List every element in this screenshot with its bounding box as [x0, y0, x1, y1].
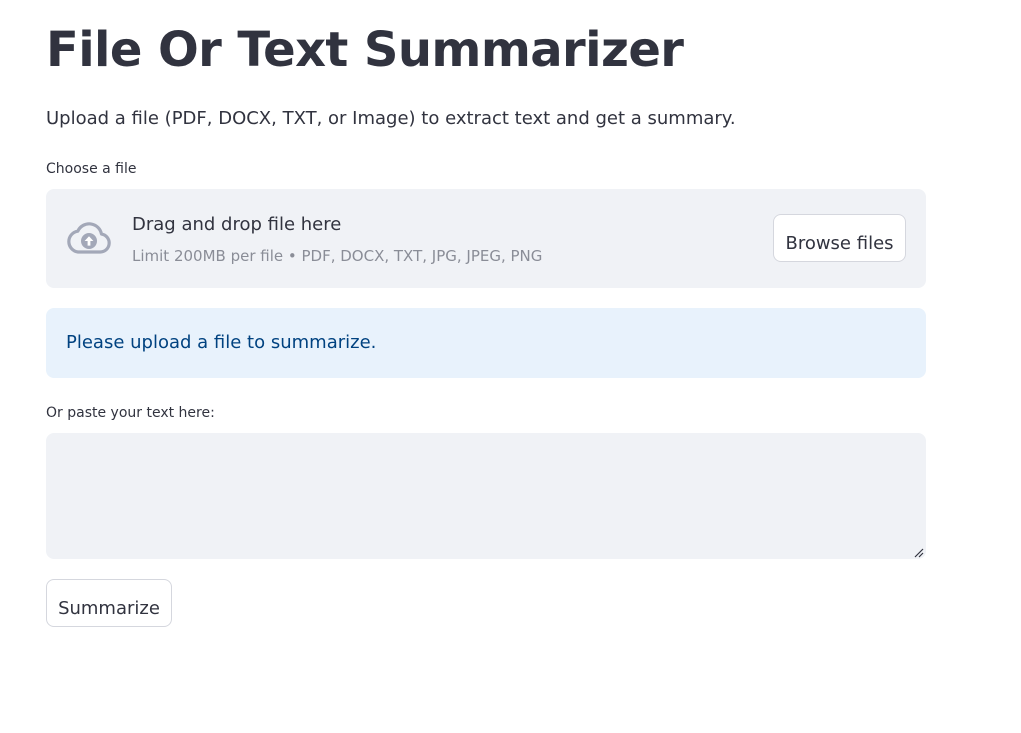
page-title: File Or Text Summarizer [46, 22, 684, 78]
info-message: Please upload a file to summarize. [66, 332, 377, 353]
info-alert: Please upload a file to summarize. [46, 308, 926, 378]
cloud-upload-icon [67, 222, 111, 254]
browse-files-button[interactable]: Browse files [773, 214, 906, 262]
file-uploader-label: Choose a file [46, 161, 137, 177]
file-dropzone[interactable]: Drag and drop file here Limit 200MB per … [46, 189, 926, 288]
resize-handle-icon[interactable] [912, 546, 924, 558]
text-input-label: Or paste your text here: [46, 405, 215, 421]
dropzone-limit-text: Limit 200MB per file • PDF, DOCX, TXT, J… [132, 247, 543, 265]
summarize-button[interactable]: Summarize [46, 579, 172, 627]
app-main: File Or Text Summarizer Upload a file (P… [0, 0, 1021, 733]
paste-text-area[interactable] [46, 433, 926, 559]
page-description: Upload a file (PDF, DOCX, TXT, or Image)… [46, 108, 736, 129]
dropzone-instruction: Drag and drop file here [132, 214, 342, 235]
